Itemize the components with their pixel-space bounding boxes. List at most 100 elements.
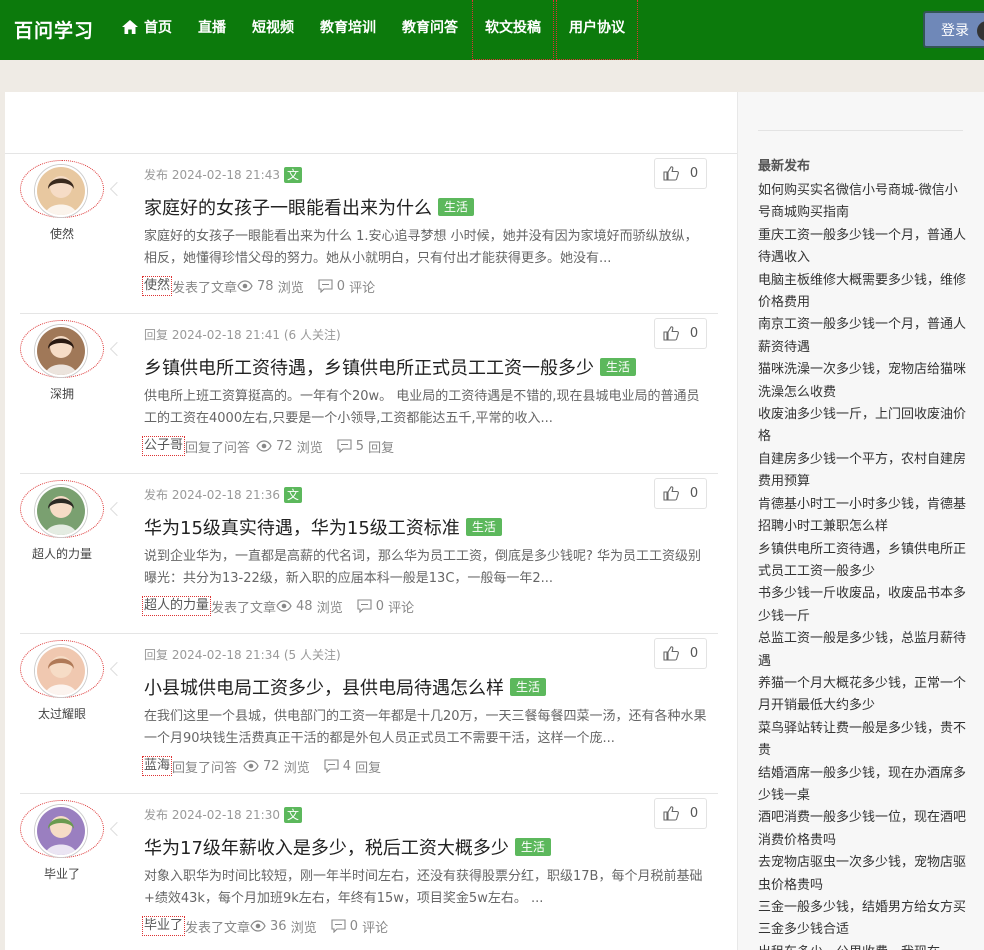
card-pointer: [109, 501, 125, 517]
like-button[interactable]: 0: [654, 798, 707, 829]
author-link[interactable]: 公子哥: [142, 436, 186, 456]
title-link[interactable]: 华为15级真实待遇，华为15级工资标准: [144, 514, 460, 540]
follower-count: (6 人关注): [283, 328, 341, 342]
user-name[interactable]: 超人的力量: [20, 545, 104, 562]
author-link[interactable]: 使然: [142, 276, 173, 296]
avatar-frame[interactable]: [20, 800, 104, 858]
sidebar-post-link[interactable]: 出租车多少一公里收费，我现在: [758, 942, 968, 950]
item-title: 华为15级真实待遇，华为15级工资标准 生活: [144, 514, 502, 540]
avatar-frame[interactable]: [20, 640, 104, 698]
action-text: 发布: [144, 488, 169, 502]
category-tag[interactable]: 生活: [465, 518, 502, 536]
sidebar-post-link[interactable]: 南京工资一般多少钱一个月，普通人薪资待遇: [758, 314, 968, 359]
item-footer: 蓝海 回复了问答 72 浏览 4 回复: [142, 756, 381, 776]
sidebar-post-link[interactable]: 书多少钱一斤收废品，收废品书本多少钱一斤: [758, 583, 968, 628]
recent-posts-list: 如何购买实名微信小号商城-微信小号商城购买指南 重庆工资一般多少钱一个月，普通人待…: [758, 180, 968, 950]
user-name[interactable]: 毕业了: [20, 865, 104, 882]
home-icon: [122, 20, 138, 34]
item-meta: 发布 2024-02-18 21:43 文: [144, 166, 302, 183]
title-link[interactable]: 乡镇供电所工资待遇，乡镇供电所正式员工工资一般多少: [144, 354, 594, 380]
reply-count: 0: [336, 278, 346, 294]
replies-stat[interactable]: 0 评论: [318, 277, 375, 296]
views-label: 浏览: [277, 280, 304, 296]
replies-stat[interactable]: 0 评论: [331, 917, 388, 936]
sidebar-post-link[interactable]: 乡镇供电所工资待遇，乡镇供电所正式员工工资一般多少: [758, 539, 968, 584]
site-logo[interactable]: 百问学习: [14, 16, 94, 43]
author-link[interactable]: 毕业了: [142, 916, 186, 936]
thumbs-up-icon: [663, 486, 690, 501]
user-name[interactable]: 太过耀眼: [20, 705, 104, 722]
nav-item-home[interactable]: 首页: [110, 0, 184, 60]
main-nav: 首页 直播 短视频 教育培训 教育问答 软文投稿 用户协议: [110, 0, 640, 60]
comment-icon: [318, 279, 333, 293]
author-link[interactable]: 蓝海: [142, 756, 173, 776]
category-tag[interactable]: 生活: [600, 358, 637, 376]
like-button[interactable]: 0: [654, 158, 707, 189]
avatar: [35, 805, 87, 857]
item-title: 华为17级年薪收入是多少，税后工资大概多少 生活: [144, 834, 551, 860]
avatar-frame[interactable]: [20, 480, 104, 538]
item-meta: 发布 2024-02-18 21:36 文: [144, 486, 302, 503]
view-count: 48: [296, 598, 313, 614]
article-badge: 文: [283, 806, 302, 823]
avatar-frame[interactable]: [20, 320, 104, 378]
nav-item-submit-article[interactable]: 软文投稿: [472, 0, 554, 60]
replies-stat[interactable]: 0 评论: [357, 597, 414, 616]
sidebar-post-link[interactable]: 如何购买实名微信小号商城-微信小号商城购买指南: [758, 180, 968, 225]
sidebar-post-link[interactable]: 菜鸟驿站转让费一般是多少钱，贵不贵: [758, 718, 968, 763]
category-tag[interactable]: 生活: [438, 198, 475, 216]
item-excerpt: 在我们这里一个县城，供电部门的工资一年都是十几20万，一天三餐每餐四菜一汤，还有…: [144, 709, 707, 746]
user-name[interactable]: 深拥: [20, 385, 104, 402]
author-link[interactable]: 超人的力量: [142, 596, 212, 616]
nav-item-user-agreement[interactable]: 用户协议: [556, 0, 638, 60]
sidebar-post-link[interactable]: 肯德基小时工一小时多少钱，肯德基招聘小时工兼职怎么样: [758, 494, 968, 539]
sidebar-post-link[interactable]: 去宠物店驱虫一次多少钱，宠物店驱虫价格贵吗: [758, 852, 968, 897]
title-link[interactable]: 小县城供电局工资多少，县供电局待遇怎么样: [144, 674, 504, 700]
login-button[interactable]: 登录: [923, 11, 984, 48]
sidebar-post-link[interactable]: 三金一般多少钱，结婚男方给女方买三金多少钱合适: [758, 897, 968, 942]
item-excerpt: 说到企业华为，一直都是高薪的代名词，那么华为员工工资，倒底是多少钱呢? 华为员工…: [144, 549, 702, 586]
follower-count: (5 人关注): [283, 648, 341, 662]
timestamp: 2024-02-18 21:34: [171, 647, 280, 662]
replies-stat[interactable]: 4 回复: [324, 757, 381, 776]
category-tag[interactable]: 生活: [510, 678, 547, 696]
comment-icon: [337, 439, 352, 453]
item-excerpt: 对象入职华为时间比较短，刚一年半时间左右，还没有获得股票分红，职级17B，每个月…: [144, 869, 703, 906]
timestamp: 2024-02-18 21:36: [171, 487, 280, 502]
nav-item-short-video[interactable]: 短视频: [240, 0, 306, 60]
title-link[interactable]: 华为17级年薪收入是多少，税后工资大概多少: [144, 834, 509, 860]
item-meta: 回复 2024-02-18 21:34 (5 人关注): [144, 646, 341, 663]
like-button[interactable]: 0: [654, 478, 707, 509]
sidebar-post-link[interactable]: 酒吧消费一般多少钱一位，现在酒吧消费价格贵吗: [758, 807, 968, 852]
sidebar-post-link[interactable]: 自建房多少钱一个平方，农村自建房费用预算: [758, 449, 968, 494]
title-link[interactable]: 家庭好的女孩子一眼能看出来为什么: [144, 194, 432, 220]
avatar-image: [37, 807, 85, 855]
sidebar-post-link[interactable]: 总监工资一般是多少钱，总监月薪待遇: [758, 628, 968, 673]
avatar-frame[interactable]: [20, 160, 104, 218]
sidebar-post-link[interactable]: 重庆工资一般多少钱一个月，普通人待遇收入: [758, 225, 968, 270]
nav-item-live[interactable]: 直播: [186, 0, 238, 60]
sidebar-post-link[interactable]: 猫咪洗澡一次多少钱，宠物店给猫咪洗澡怎么收费: [758, 359, 968, 404]
like-button[interactable]: 0: [654, 638, 707, 669]
action-text: 发布: [144, 808, 169, 822]
verb-text: 回复了问答: [172, 760, 238, 776]
item-footer: 使然 发表了文章 78 浏览 0 评论: [142, 276, 375, 296]
content-header: [5, 92, 737, 154]
item-title: 乡镇供电所工资待遇，乡镇供电所正式员工工资一般多少 生活: [144, 354, 637, 380]
view-count: 72: [263, 758, 280, 774]
sidebar-post-link[interactable]: 电脑主板维修大概需要多少钱，维修价格费用: [758, 270, 968, 315]
user-name[interactable]: 使然: [20, 225, 104, 242]
views-label: 浏览: [316, 600, 343, 616]
feed-item: 太过耀眼 回复 2024-02-18 21:34 (5 人关注) 0 小县城供电局工资…: [20, 634, 718, 794]
sidebar-post-link[interactable]: 养猫一个月大概花多少钱，正常一个月开销最低大约多少: [758, 673, 968, 718]
views-label: 浏览: [290, 920, 317, 936]
sidebar-post-link[interactable]: 结婚酒席一般多少钱，现在办酒席多少钱一桌: [758, 763, 968, 808]
sidebar-post-link[interactable]: 收废油多少钱一斤，上门回收废油价格: [758, 404, 968, 449]
nav-item-education-qa[interactable]: 教育问答: [390, 0, 470, 60]
feed-item: 超人的力量 发布 2024-02-18 21:36 文 0 华为15级真实待遇，华为15…: [20, 474, 718, 634]
category-tag[interactable]: 生活: [514, 838, 551, 856]
nav-item-education-training[interactable]: 教育培训: [308, 0, 388, 60]
like-button[interactable]: 0: [654, 318, 707, 349]
item-excerpt: 供电所上班工资算挺高的。一年有个20w。 电业局的工资待遇是不错的,现在县城电业…: [144, 389, 700, 426]
replies-stat[interactable]: 5 回复: [337, 437, 394, 456]
